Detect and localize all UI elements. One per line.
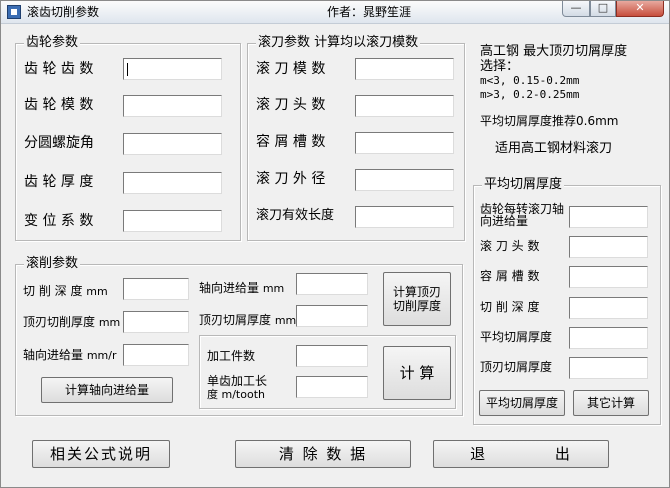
gear-module-label: 齿 轮 模 数 (24, 97, 94, 113)
minimize-icon[interactable]: — (562, 1, 590, 17)
avg-depth-input[interactable] (569, 297, 648, 319)
avg-chip-legend: 平均切屑厚度 (482, 177, 565, 193)
profile-shift-label: 变 位 系 数 (24, 213, 94, 229)
hob-gashes-input[interactable] (355, 132, 454, 154)
calc-axial-feed-button[interactable]: 计算轴向进给量 (41, 377, 173, 403)
calculate-button[interactable]: 计 算 (383, 346, 451, 400)
tip-chip-unit: mm (274, 314, 297, 327)
tip-thickness-input[interactable] (123, 311, 189, 333)
hob-starts-input[interactable] (355, 95, 454, 117)
hob-params-legend: 滚刀参数 计算均以滚刀模数 (256, 35, 421, 51)
unit-length-label-line2: 度 m/tooth (207, 388, 265, 401)
title-bar: 滚齿切削参数 作者：晁野笙涯 — □ ✕ (1, 1, 669, 24)
avg-starts-label: 滚 刀 头 数 (480, 239, 540, 253)
app-icon (7, 5, 21, 19)
hob-gashes-label: 容 屑 槽 数 (256, 134, 326, 150)
hob-module-label: 滚 刀 模 数 (256, 61, 326, 77)
workpieces-label: 加工件数 (207, 349, 256, 363)
info-applicable: 适用高工钢材料滚刀 (495, 141, 613, 156)
profile-shift-input[interactable] (123, 210, 222, 232)
avg-feed-label: 齿轮每转滚刀轴向进给量 (480, 202, 565, 228)
avg-tip-input[interactable] (569, 357, 648, 379)
info-select-line: 选择： (480, 59, 520, 74)
info-avg-recommend: 平均切屑厚度推荐0.6mm (480, 114, 619, 128)
gear-module-input[interactable] (123, 95, 222, 117)
hob-module-input[interactable] (355, 58, 454, 80)
tip-chip-input[interactable] (296, 305, 368, 327)
helix-angle-label: 分圆螺旋角 (24, 135, 94, 151)
axial-feed-label: 轴向进给量 mm/r (23, 347, 117, 364)
unit-length-input[interactable] (296, 376, 368, 398)
avg-feed-input[interactable] (569, 206, 648, 228)
avg-thickness-label: 平均切屑厚度 (480, 330, 553, 344)
clear-data-button[interactable]: 清 除 数 据 (235, 440, 411, 468)
avg-starts-input[interactable] (569, 236, 648, 258)
helix-angle-input[interactable] (123, 133, 222, 155)
axial-feed-text: 轴向进给量 (23, 348, 84, 362)
hob-length-label: 滚刀有效长度 (256, 208, 335, 223)
calc-tip-chip-button[interactable]: 计算顶刃 切削厚度 (383, 272, 451, 326)
maximize-icon[interactable]: □ (590, 1, 616, 17)
cut-depth-input[interactable] (123, 278, 189, 300)
axial-feed2-unit: mm (262, 282, 285, 295)
avg-thickness-input[interactable] (569, 327, 648, 349)
avg-tip-label: 顶刃切屑厚度 (480, 360, 553, 374)
axial-feed2-label: 轴向进给量 mm (199, 280, 284, 297)
info-material-line: 高工钢 最大顶刃切屑厚度 (480, 44, 628, 59)
hob-starts-label: 滚 刀 头 数 (256, 97, 326, 113)
close-icon[interactable]: ✕ (616, 1, 664, 17)
avg-thickness-button[interactable]: 平均切屑厚度 (479, 390, 565, 416)
info-range-small: m<3, 0.15-0.2mm (480, 74, 580, 87)
cut-depth-unit: mm (86, 285, 108, 298)
other-calc-button[interactable]: 其它计算 (573, 390, 649, 416)
window-title: 滚齿切削参数 (27, 5, 100, 19)
text-caret (127, 63, 128, 76)
calc-tip-chip-button-line1: 计算顶刃 (392, 285, 441, 299)
gear-thickness-input[interactable] (123, 172, 222, 194)
cut-depth-label: 切 削 深 度 mm (23, 283, 108, 300)
app-window: 滚齿切削参数 作者：晁野笙涯 — □ ✕ 齿轮参数 齿 轮 齿 数 齿 轮 模 … (0, 0, 670, 488)
author-label: 作者：晁野笙涯 (327, 5, 412, 19)
gear-thickness-label: 齿 轮 厚 度 (24, 174, 94, 190)
gear-params-legend: 齿轮参数 (24, 35, 81, 51)
hob-diameter-label: 滚 刀 外 径 (256, 171, 326, 187)
hob-diameter-input[interactable] (355, 169, 454, 191)
hobbing-params-legend: 滚削参数 (24, 256, 81, 272)
axial-feed2-input[interactable] (296, 273, 368, 295)
formula-help-button[interactable]: 相关公式说明 (32, 440, 170, 468)
workpieces-input[interactable] (296, 345, 368, 367)
unit-length-label-line1: 单齿加工长 (207, 374, 268, 388)
axial-feed2-text: 轴向进给量 (199, 281, 260, 295)
gear-teeth-input[interactable] (123, 58, 222, 80)
tip-chip-text: 顶刃切屑厚度 (199, 313, 272, 327)
exit-button[interactable]: 退 出 (433, 440, 609, 468)
tip-thickness-label: 顶刃切削厚度 mm (23, 314, 120, 331)
avg-depth-label: 切 削 深 度 (480, 300, 540, 314)
tip-chip-label: 顶刃切屑厚度 mm (199, 312, 296, 329)
gear-teeth-label: 齿 轮 齿 数 (24, 61, 94, 77)
tip-thickness-text: 顶刃切削厚度 (23, 315, 96, 329)
calc-tip-chip-button-line2: 切削厚度 (392, 299, 441, 313)
info-range-large: m>3, 0.2-0.25mm (480, 88, 580, 101)
avg-gashes-label: 容 屑 槽 数 (480, 269, 540, 283)
cut-depth-text: 切 削 深 度 (23, 284, 83, 298)
axial-feed-input[interactable] (123, 344, 189, 366)
axial-feed-unit: mm/r (86, 349, 117, 362)
tip-thickness-unit: mm (98, 316, 121, 329)
avg-gashes-input[interactable] (569, 266, 648, 288)
hob-length-input[interactable] (355, 206, 454, 228)
